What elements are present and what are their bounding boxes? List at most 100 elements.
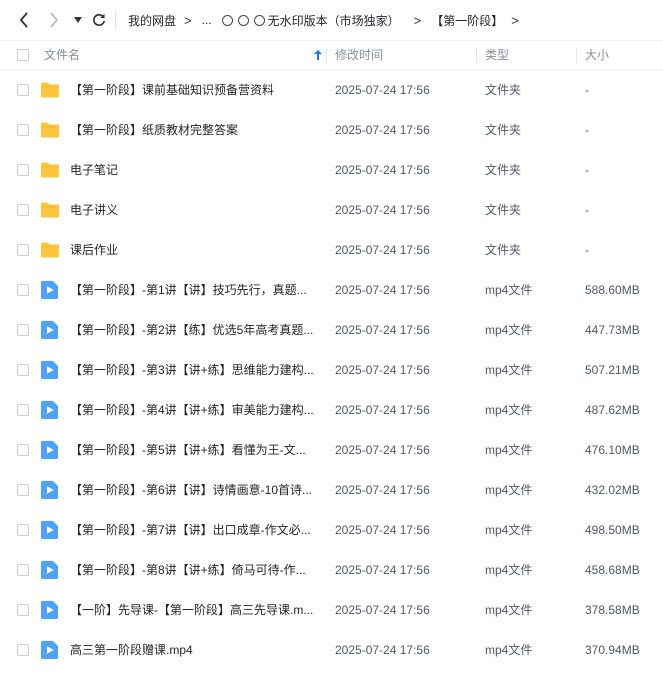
file-type: mp4文件 <box>485 523 533 537</box>
column-header-modified[interactable]: 修改时间 <box>335 41 383 69</box>
file-row[interactable]: 【第一阶段】-第6讲【讲】诗情画意-10首诗... 2025-07-24 17:… <box>0 470 663 510</box>
file-size: 487.62MB <box>585 403 640 417</box>
file-type: 文件夹 <box>485 243 522 257</box>
file-row[interactable]: 【第一阶段】-第2讲【练】优选5年高考真题... 2025-07-24 17:5… <box>0 310 663 350</box>
file-name[interactable]: 电子笔记 <box>70 150 315 190</box>
row-checkbox[interactable] <box>17 444 29 456</box>
file-row[interactable]: 【第一阶段】-第5讲【讲+练】看懂为王-文... 2025-07-24 17:5… <box>0 430 663 470</box>
file-name[interactable]: 课后作业 <box>70 230 315 270</box>
row-checkbox[interactable] <box>17 324 29 336</box>
file-row[interactable]: 课后作业 2025-07-24 17:56 文件夹 - <box>0 230 663 270</box>
file-name[interactable]: 高三第一阶段赠课.mp4 <box>70 630 315 670</box>
file-modified-time: 2025-07-24 17:56 <box>335 363 430 377</box>
file-type: 文件夹 <box>485 163 522 177</box>
column-divider <box>476 47 477 63</box>
column-header-size[interactable]: 大小 <box>585 41 609 69</box>
row-checkbox[interactable] <box>17 124 29 136</box>
file-list-header: 文件名 修改时间 类型 大小 <box>0 40 663 70</box>
file-modified-time: 2025-07-24 17:56 <box>335 443 430 457</box>
file-row[interactable]: 【一阶】先导课-【第一阶段】高三先导课.m... 2025-07-24 17:5… <box>0 590 663 630</box>
breadcrumb-item-root[interactable]: 我的网盘 <box>128 12 176 29</box>
history-dropdown-button[interactable] <box>70 0 86 40</box>
file-name[interactable]: 【第一阶段】-第5讲【讲+练】看懂为王-文... <box>70 430 315 470</box>
video-file-icon <box>40 440 60 460</box>
row-checkbox[interactable] <box>17 524 29 536</box>
file-row[interactable]: 电子笔记 2025-07-24 17:56 文件夹 - <box>0 150 663 190</box>
file-name[interactable]: 【一阶】先导课-【第一阶段】高三先导课.m... <box>70 590 315 630</box>
file-row[interactable]: 【第一阶段】课前基础知识预备营资料 2025-07-24 17:56 文件夹 - <box>0 70 663 110</box>
row-checkbox[interactable] <box>17 644 29 656</box>
refresh-button[interactable] <box>89 0 109 40</box>
file-type: mp4文件 <box>485 563 533 577</box>
file-name[interactable]: 【第一阶段】课前基础知识预备营资料 <box>70 70 315 110</box>
row-checkbox[interactable] <box>17 404 29 416</box>
file-modified-time: 2025-07-24 17:56 <box>335 643 430 657</box>
file-row[interactable]: 【第一阶段】-第7讲【讲】出口成章-作文必... 2025-07-24 17:5… <box>0 510 663 550</box>
nav-divider <box>115 10 116 30</box>
column-header-type[interactable]: 类型 <box>485 41 509 69</box>
breadcrumb-item-current[interactable]: 【第一阶段】 <box>431 12 503 29</box>
file-type: mp4文件 <box>485 283 533 297</box>
chevron-left-icon <box>19 12 28 28</box>
row-checkbox[interactable] <box>17 244 29 256</box>
file-name[interactable]: 【第一阶段】-第4讲【讲+练】审美能力建构... <box>70 390 315 430</box>
file-name[interactable]: 【第一阶段】-第3讲【讲+练】思维能力建构... <box>70 350 315 390</box>
file-row[interactable]: 电子讲义 2025-07-24 17:56 文件夹 - <box>0 190 663 230</box>
back-button[interactable] <box>14 0 34 40</box>
video-file-icon <box>40 400 60 420</box>
video-file-icon <box>40 320 60 340</box>
sort-ascending-icon <box>314 50 322 60</box>
file-size: 498.50MB <box>585 523 640 537</box>
file-name[interactable]: 电子讲义 <box>70 190 315 230</box>
file-modified-time: 2025-07-24 17:56 <box>335 123 430 137</box>
file-modified-time: 2025-07-24 17:56 <box>335 203 430 217</box>
file-size: 458.68MB <box>585 563 640 577</box>
caret-down-icon <box>74 17 82 23</box>
chevron-right-icon <box>50 12 59 28</box>
file-modified-time: 2025-07-24 17:56 <box>335 603 430 617</box>
file-name[interactable]: 【第一阶段】-第1讲【讲】技巧先行，真题... <box>70 270 315 310</box>
file-name[interactable]: 【第一阶段】-第8讲【讲+练】倚马可待-作... <box>70 550 315 590</box>
row-checkbox[interactable] <box>17 564 29 576</box>
file-row[interactable]: 【第一阶段】纸质教材完整答案 2025-07-24 17:56 文件夹 - <box>0 110 663 150</box>
video-file-icon <box>40 360 60 380</box>
navigation-bar: 我的网盘 > ... 无水印版本（市场独家） > 【第一阶段】 > <box>0 0 663 40</box>
row-checkbox[interactable] <box>17 604 29 616</box>
file-name[interactable]: 【第一阶段】-第6讲【讲】诗情画意-10首诗... <box>70 470 315 510</box>
file-modified-time: 2025-07-24 17:56 <box>335 403 430 417</box>
file-modified-time: 2025-07-24 17:56 <box>335 563 430 577</box>
file-type: 文件夹 <box>485 203 522 217</box>
file-size: 378.58MB <box>585 603 640 617</box>
file-type: mp4文件 <box>485 643 533 657</box>
row-checkbox[interactable] <box>17 84 29 96</box>
breadcrumb-item-ellipsis[interactable]: ... <box>202 13 212 27</box>
row-checkbox[interactable] <box>17 284 29 296</box>
file-row[interactable]: 高三第一阶段赠课.mp4 2025-07-24 17:56 mp4文件 370.… <box>0 630 663 670</box>
breadcrumb-item-folder[interactable]: 无水印版本（市场独家） <box>268 12 400 29</box>
file-modified-time: 2025-07-24 17:56 <box>335 163 430 177</box>
file-modified-time: 2025-07-24 17:56 <box>335 83 430 97</box>
column-header-name[interactable]: 文件名 <box>44 41 322 69</box>
row-checkbox[interactable] <box>17 204 29 216</box>
file-size: 370.94MB <box>585 643 640 657</box>
file-size: - <box>585 163 589 177</box>
file-name[interactable]: 【第一阶段】-第7讲【讲】出口成章-作文必... <box>70 510 315 550</box>
row-checkbox[interactable] <box>17 364 29 376</box>
forward-button[interactable] <box>44 0 64 40</box>
file-row[interactable]: 【第一阶段】-第4讲【讲+练】审美能力建构... 2025-07-24 17:5… <box>0 390 663 430</box>
select-all-checkbox[interactable] <box>17 49 29 61</box>
column-divider <box>576 47 577 63</box>
file-name[interactable]: 【第一阶段】-第2讲【练】优选5年高考真题... <box>70 310 315 350</box>
video-file-icon <box>40 520 60 540</box>
file-size: - <box>585 83 589 97</box>
file-row[interactable]: 【第一阶段】-第3讲【讲+练】思维能力建构... 2025-07-24 17:5… <box>0 350 663 390</box>
row-checkbox[interactable] <box>17 484 29 496</box>
file-type: mp4文件 <box>485 603 533 617</box>
video-file-icon <box>40 280 60 300</box>
file-name[interactable]: 【第一阶段】纸质教材完整答案 <box>70 110 315 150</box>
file-row[interactable]: 【第一阶段】-第1讲【讲】技巧先行，真题... 2025-07-24 17:56… <box>0 270 663 310</box>
file-size: 432.02MB <box>585 483 640 497</box>
file-modified-time: 2025-07-24 17:56 <box>335 523 430 537</box>
file-row[interactable]: 【第一阶段】-第8讲【讲+练】倚马可待-作... 2025-07-24 17:5… <box>0 550 663 590</box>
row-checkbox[interactable] <box>17 164 29 176</box>
